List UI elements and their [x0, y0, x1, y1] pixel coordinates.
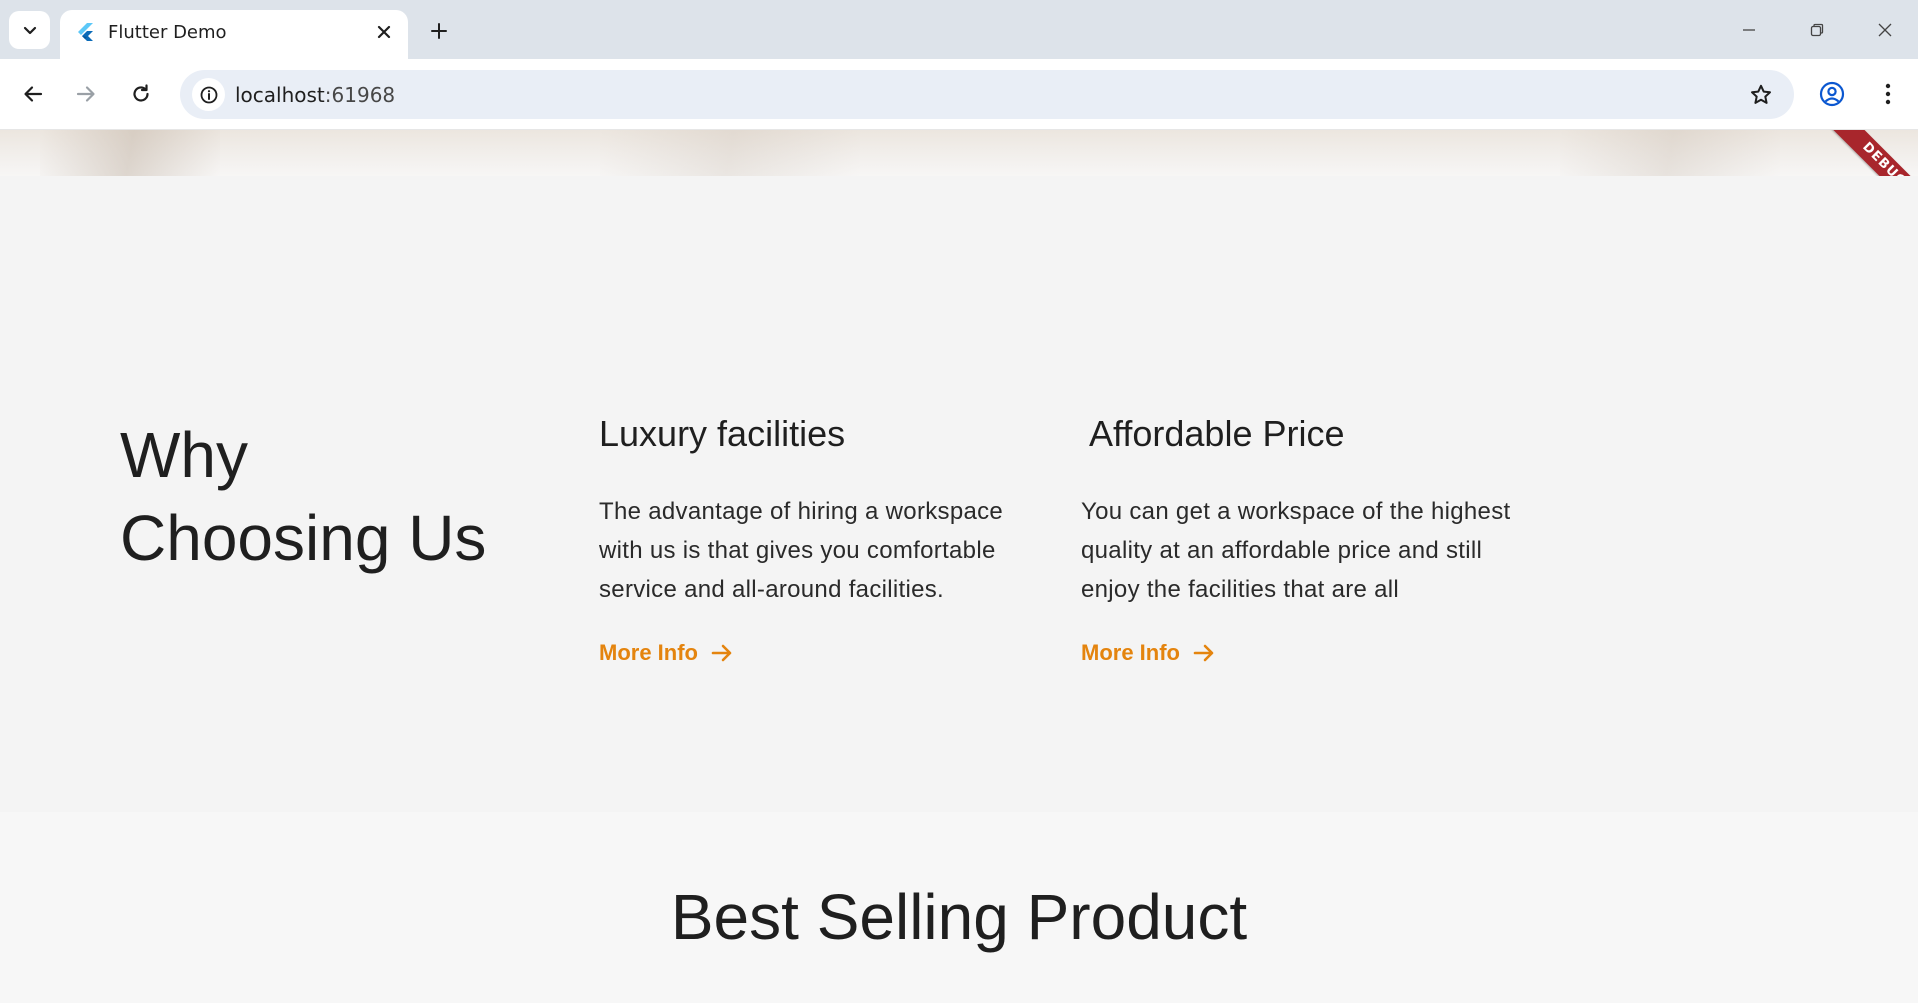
tab-title: Flutter Demo [108, 22, 227, 43]
arrow-right-icon [76, 86, 95, 102]
feature-title: Affordable Price [1089, 413, 1345, 454]
feature-luxury-facilities: Luxury facilities The advantage of hirin… [599, 412, 1039, 665]
close-window-button[interactable] [1868, 14, 1902, 46]
browser-menu-button[interactable] [1870, 76, 1906, 112]
account-circle-icon [1819, 81, 1845, 107]
why-choose-us-title: Why Choosing Us [120, 414, 540, 580]
feature-title: Luxury facilities [599, 413, 846, 454]
best-selling-section: Best Selling Product [0, 812, 1918, 1003]
reload-icon [133, 84, 149, 102]
tab-close-button[interactable] [372, 20, 396, 44]
more-info-link[interactable]: More Info [599, 640, 734, 666]
more-info-link[interactable]: More Info [1081, 640, 1216, 666]
arrow-left-icon [24, 86, 43, 102]
hero-texture [1560, 130, 1780, 176]
star-icon [1751, 84, 1771, 104]
back-button[interactable] [13, 74, 53, 114]
minimize-window-button[interactable] [1732, 14, 1766, 46]
more-info-label: More Info [1081, 640, 1180, 665]
why-title-line-2: Choosing Us [120, 502, 487, 574]
feature-affordable-price: Affordable Price You can get a workspace… [1081, 412, 1521, 665]
why-title-line-1: Why [120, 419, 248, 491]
chevron-down-icon [23, 26, 36, 35]
minimize-icon [1743, 29, 1755, 31]
page-viewport[interactable]: DEBUG Why Choosing Us Luxury facilities … [0, 130, 1918, 1003]
arrow-right-icon [711, 644, 732, 662]
address-bar[interactable]: localhost:61968 [180, 70, 1794, 119]
feature-description: You can get a workspace of the highest q… [1081, 498, 1511, 603]
site-info-button[interactable] [192, 78, 225, 111]
arrow-right-icon [1193, 644, 1214, 662]
close-icon [377, 25, 391, 39]
restore-icon [1810, 23, 1824, 37]
hero-texture [40, 130, 220, 176]
url-port: :61968 [324, 83, 396, 107]
tab-search-button[interactable] [9, 11, 50, 49]
flutter-logo-icon [78, 23, 93, 41]
browser-toolbar: localhost:61968 [0, 59, 1918, 130]
hero-image-bottom-edge [0, 130, 1918, 176]
forward-button[interactable] [66, 74, 106, 114]
feature-description: The advantage of hiring a workspace with… [599, 498, 1004, 603]
more-vertical-icon [1885, 83, 1891, 105]
info-icon [200, 86, 217, 103]
more-info-label: More Info [599, 640, 698, 665]
restore-window-button[interactable] [1800, 14, 1834, 46]
close-icon [1878, 23, 1892, 37]
new-tab-button[interactable] [424, 16, 454, 46]
plus-icon [431, 23, 447, 39]
best-selling-title: Best Selling Product [670, 881, 1248, 953]
browser-tab-bar: Flutter Demo [0, 0, 1918, 59]
profile-button[interactable] [1814, 76, 1850, 112]
browser-tab-active[interactable]: Flutter Demo [60, 10, 408, 59]
why-choose-us-section: Why Choosing Us Luxury facilities The ad… [0, 176, 1918, 812]
url-text[interactable]: localhost:61968 [235, 83, 395, 107]
bookmark-button[interactable] [1746, 80, 1776, 110]
reload-button[interactable] [121, 74, 161, 114]
hero-texture [600, 130, 860, 176]
url-host: localhost [235, 83, 325, 107]
